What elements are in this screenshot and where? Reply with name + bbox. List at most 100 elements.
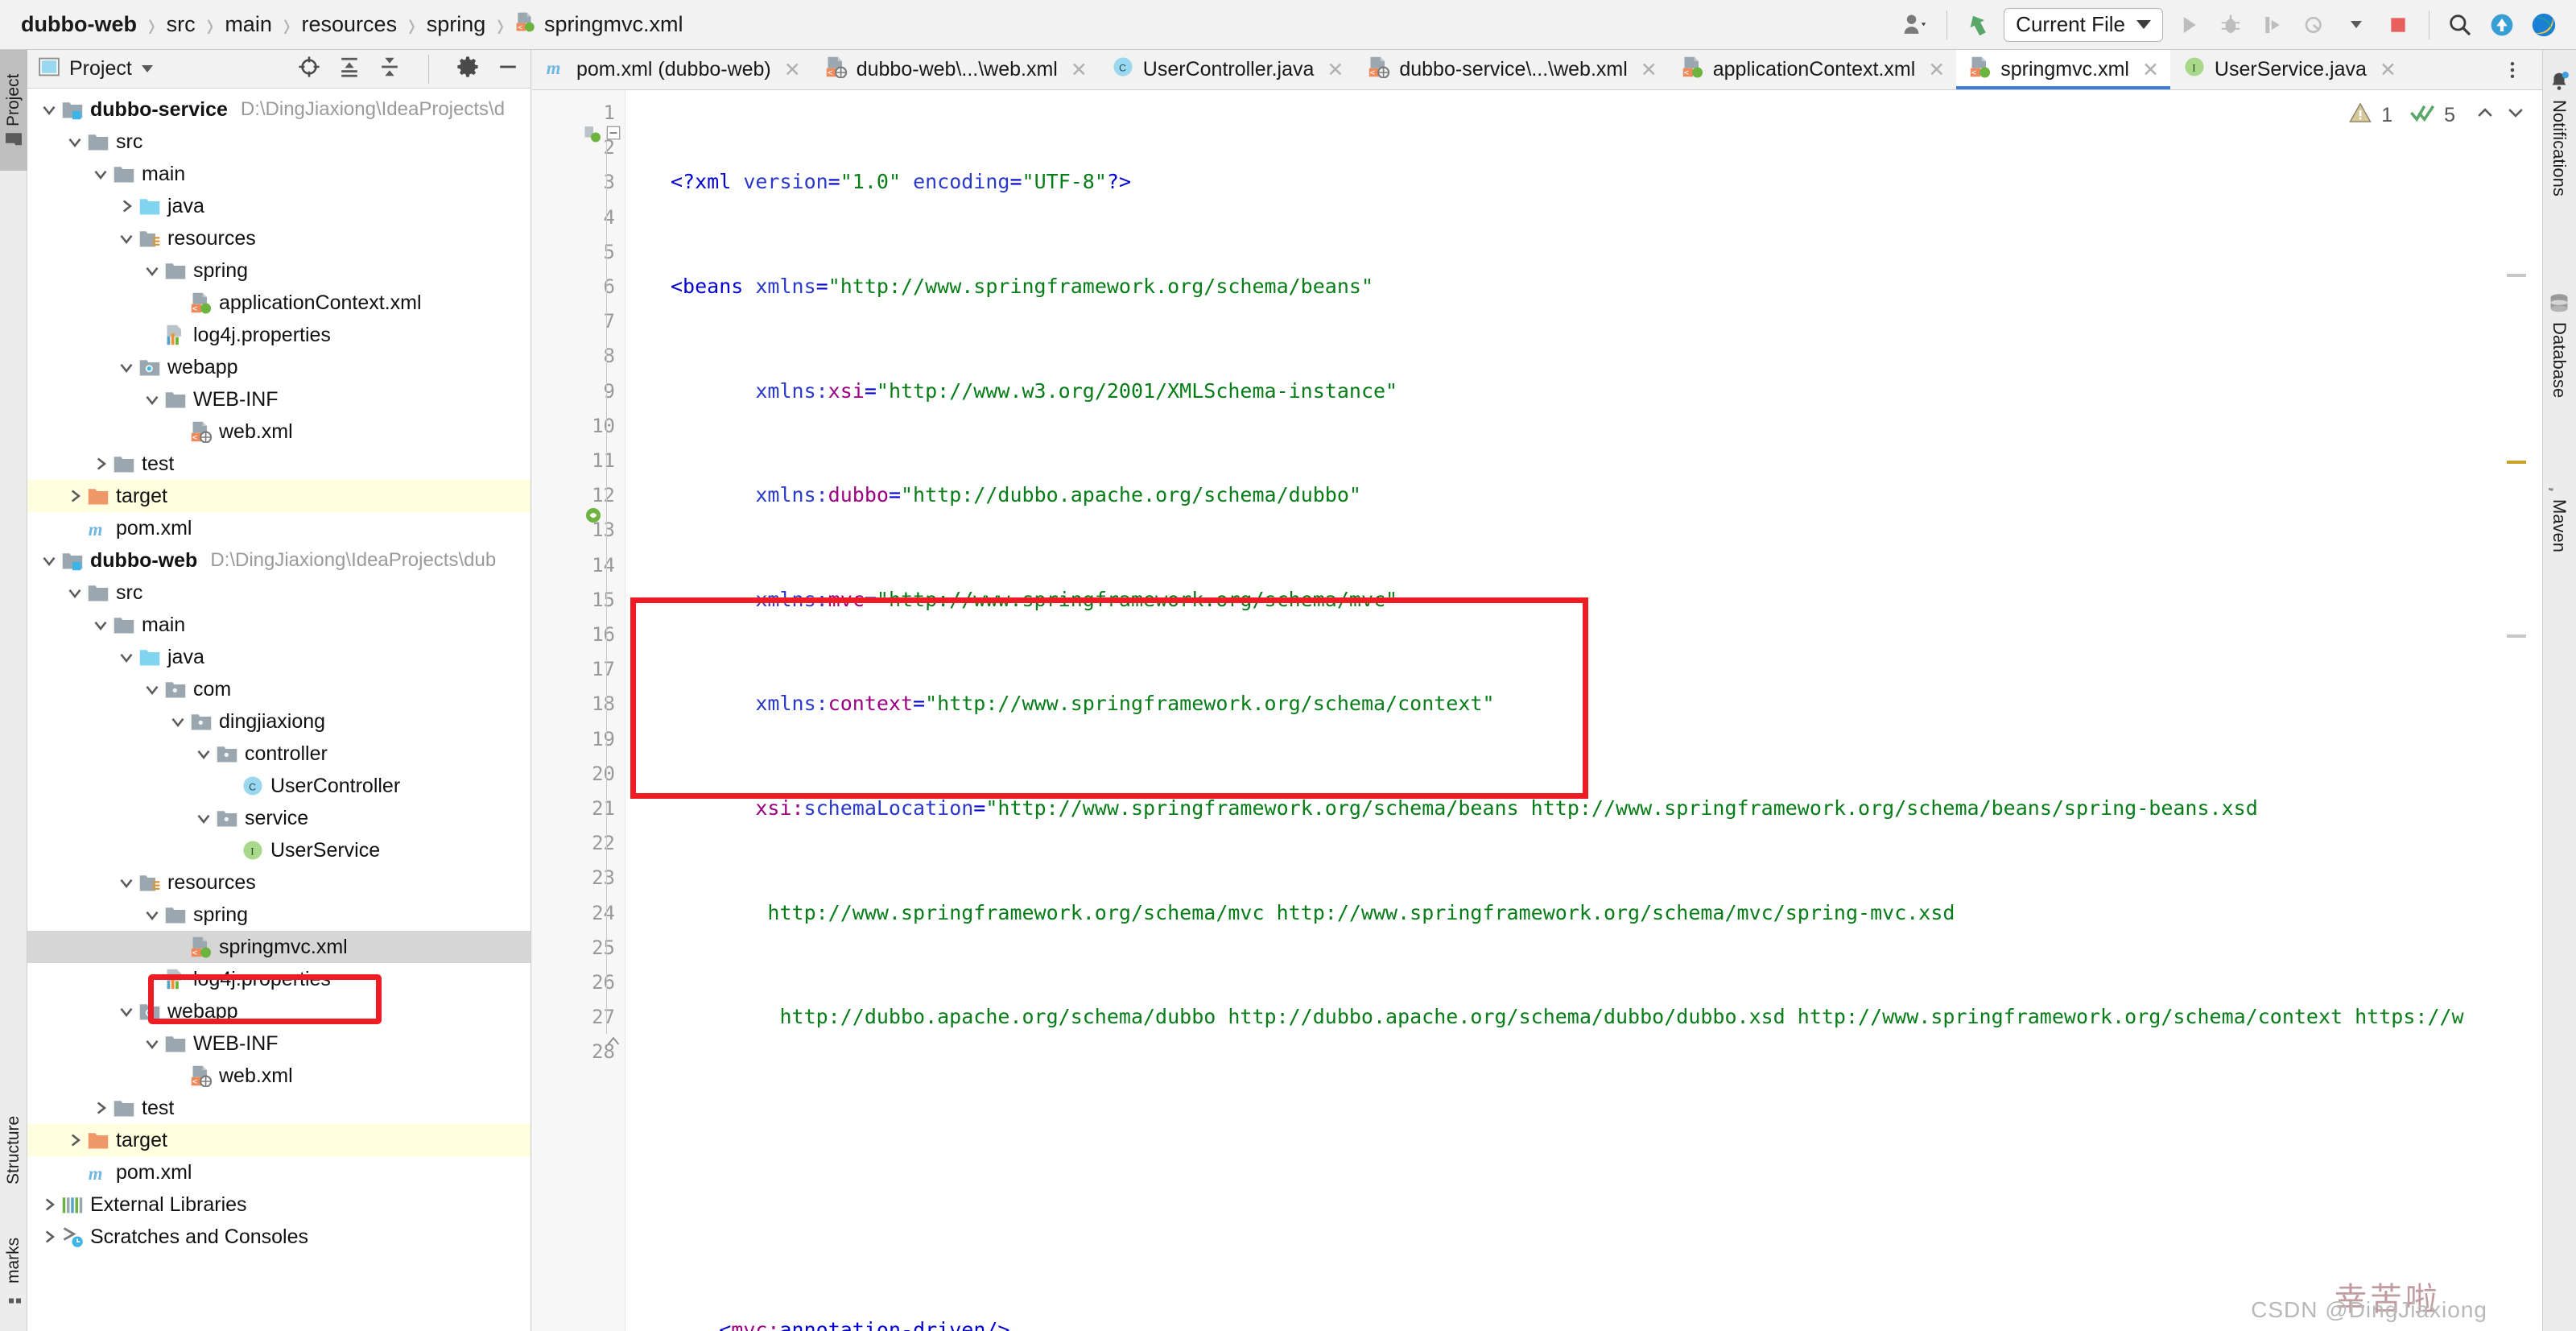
- chevron-down-icon[interactable]: [39, 550, 60, 571]
- tree-row[interactable]: test: [27, 1092, 530, 1124]
- line-number[interactable]: 6: [543, 275, 615, 298]
- editor-tab[interactable]: m pom.xml (dubbo-web) ✕: [532, 50, 812, 89]
- search-icon[interactable]: [2439, 4, 2481, 46]
- fold-end-icon[interactable]: [606, 1034, 621, 1052]
- tree-row[interactable]: < web.xml: [27, 415, 530, 448]
- close-icon[interactable]: ✕: [1327, 58, 1344, 82]
- tree-row[interactable]: dubbo-service D:\DingJiaxiong\IdeaProject…: [27, 93, 530, 126]
- chevron-right-icon[interactable]: [64, 1130, 85, 1151]
- spring-component-scan-gutter-icon[interactable]: [584, 506, 603, 529]
- line-number[interactable]: 2: [543, 136, 615, 159]
- tab-list-menu-icon[interactable]: [2491, 50, 2534, 90]
- tree-row[interactable]: spring: [27, 899, 530, 931]
- tree-row[interactable]: src: [27, 126, 530, 158]
- line-number[interactable]: 5: [543, 241, 615, 263]
- editor-tab[interactable]: < applicationContext.xml ✕: [1669, 50, 1956, 89]
- breadcrumb-item-resources[interactable]: resources: [302, 12, 398, 37]
- tree-row[interactable]: m pom.xml: [27, 512, 530, 544]
- chevron-down-icon[interactable]: [116, 647, 137, 668]
- run-icon[interactable]: [2168, 4, 2210, 46]
- chevron-down-icon[interactable]: [90, 614, 111, 635]
- chevron-right-icon[interactable]: [90, 1097, 111, 1118]
- line-number[interactable]: 3: [543, 171, 615, 193]
- line-number[interactable]: 4: [543, 206, 615, 229]
- line-number[interactable]: 12: [543, 484, 615, 506]
- upload-icon[interactable]: [2481, 4, 2523, 46]
- line-number[interactable]: 15: [543, 589, 615, 611]
- line-number[interactable]: 13: [543, 519, 615, 541]
- chevron-down-icon[interactable]: [90, 163, 111, 184]
- editor-fold-gutter[interactable]: [584, 90, 671, 1331]
- run-configuration-selector[interactable]: Current File: [2004, 7, 2163, 42]
- previous-problem-icon[interactable]: [2475, 102, 2496, 129]
- stop-icon[interactable]: [2377, 4, 2419, 46]
- tree-row[interactable]: C UserController: [27, 770, 530, 802]
- chevron-down-icon[interactable]: [193, 808, 214, 829]
- tree-row[interactable]: resources: [27, 866, 530, 899]
- close-icon[interactable]: ✕: [1071, 58, 1088, 82]
- chevron-down-icon[interactable]: [64, 131, 85, 152]
- debug-icon[interactable]: [2210, 4, 2252, 46]
- run-with-coverage-icon[interactable]: [2252, 4, 2293, 46]
- tree-row[interactable]: WEB-INF: [27, 383, 530, 415]
- tree-row[interactable]: spring: [27, 254, 530, 287]
- chevron-right-icon[interactable]: [39, 1194, 60, 1215]
- tree-row[interactable]: < springmvc.xml: [27, 931, 530, 963]
- tree-row[interactable]: controller: [27, 738, 530, 770]
- line-number[interactable]: 28: [543, 1040, 615, 1063]
- line-number[interactable]: 26: [543, 971, 615, 994]
- tree-row[interactable]: m pom.xml: [27, 1156, 530, 1188]
- line-number[interactable]: 18: [543, 692, 615, 715]
- fold-region-icon[interactable]: [606, 126, 621, 144]
- tree-row[interactable]: < applicationContext.xml: [27, 287, 530, 319]
- chevron-right-icon[interactable]: [39, 1226, 60, 1247]
- line-number[interactable]: 8: [543, 345, 615, 367]
- tree-row[interactable]: I UserService: [27, 834, 530, 866]
- tree-row[interactable]: main: [27, 158, 530, 190]
- tree-row[interactable]: service: [27, 802, 530, 834]
- user-avatar-icon[interactable]: [1895, 4, 1937, 46]
- chevron-down-icon[interactable]: [2335, 4, 2377, 46]
- vcs-update-icon[interactable]: [1957, 4, 1999, 46]
- sidebar-item-database[interactable]: Database: [2542, 283, 2576, 407]
- locate-icon[interactable]: [298, 56, 320, 82]
- chevron-down-icon[interactable]: [142, 679, 163, 700]
- chevron-down-icon[interactable]: [142, 904, 163, 925]
- tree-row[interactable]: target: [27, 480, 530, 512]
- tree-row[interactable]: Scratches and Consoles: [27, 1221, 530, 1253]
- code-editor[interactable]: 1 2 3 4 5 6 7 8 9 10 11 12 13 14 15 16 17 18 19 20 21 22 23 24 2…: [532, 90, 2542, 1331]
- tree-row[interactable]: dingjiaxiong: [27, 705, 530, 738]
- editor-tab[interactable]: < springmvc.xml ✕: [1956, 50, 2170, 89]
- idea-logo-icon[interactable]: [2523, 4, 2565, 46]
- close-icon[interactable]: ✕: [784, 58, 801, 82]
- editor-tab[interactable]: < dubbo-service\...\web.xml ✕: [1355, 50, 1668, 89]
- tree-row[interactable]: WEB-INF: [27, 1027, 530, 1060]
- tree-row[interactable]: com: [27, 673, 530, 705]
- line-number[interactable]: 11: [543, 449, 615, 472]
- chevron-down-icon[interactable]: [141, 65, 153, 72]
- code-content[interactable]: <?xml version="1.0" encoding="UTF-8"?> <…: [671, 90, 2542, 1331]
- tree-row[interactable]: External Libraries: [27, 1188, 530, 1221]
- line-number[interactable]: 27: [543, 1006, 615, 1028]
- close-icon[interactable]: ✕: [2380, 58, 2396, 82]
- line-number[interactable]: 14: [543, 554, 615, 577]
- chevron-down-icon[interactable]: [167, 711, 188, 732]
- chevron-down-icon[interactable]: [116, 872, 137, 893]
- line-number[interactable]: 17: [543, 658, 615, 680]
- chevron-down-icon[interactable]: [142, 389, 163, 410]
- tree-row[interactable]: src: [27, 577, 530, 609]
- profile-icon[interactable]: [2293, 4, 2335, 46]
- editor-tab[interactable]: I UserService.java ✕: [2170, 50, 2408, 89]
- stripe-mark-warning[interactable]: [2507, 461, 2526, 464]
- sidebar-item-structure[interactable]: Structure: [0, 1089, 27, 1210]
- spring-bean-gutter-icon[interactable]: [584, 124, 603, 147]
- collapse-all-icon[interactable]: [378, 56, 401, 82]
- expand-all-icon[interactable]: [338, 56, 361, 82]
- chevron-down-icon[interactable]: [116, 1001, 137, 1022]
- tree-row[interactable]: resources: [27, 222, 530, 254]
- tree-row[interactable]: webapp: [27, 351, 530, 383]
- line-number[interactable]: 16: [543, 623, 615, 646]
- close-icon[interactable]: ✕: [1928, 58, 1945, 82]
- chevron-down-icon[interactable]: [39, 99, 60, 120]
- line-number[interactable]: 1: [543, 101, 615, 124]
